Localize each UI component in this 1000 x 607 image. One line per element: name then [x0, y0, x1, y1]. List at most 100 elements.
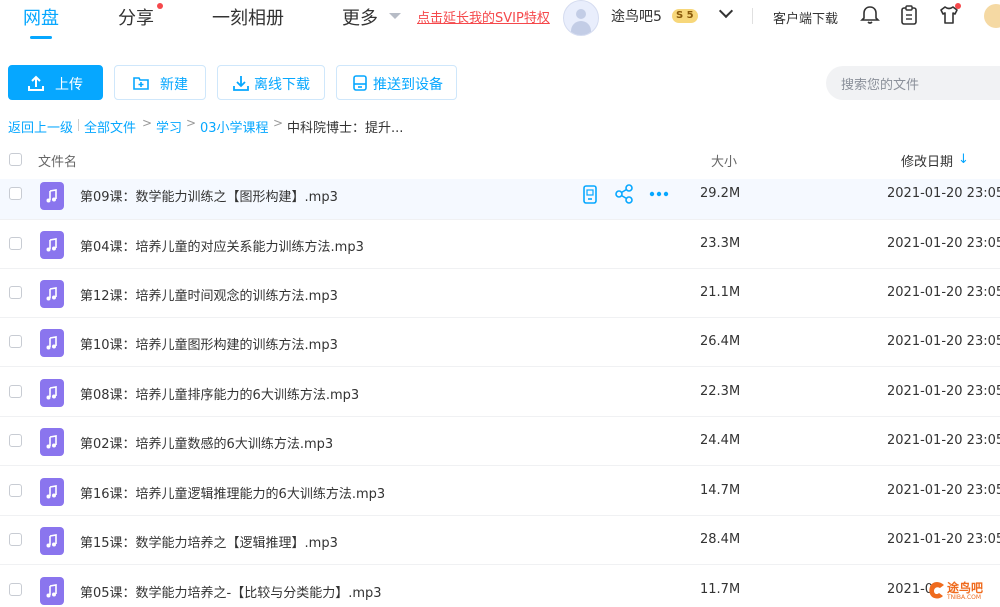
row-checkbox[interactable]: [9, 583, 22, 596]
row-checkbox[interactable]: [9, 237, 22, 250]
watermark-bird-icon: [929, 582, 944, 599]
file-date: 2021-01-20 23:05: [887, 285, 1000, 300]
download-icon: [233, 76, 249, 91]
file-name[interactable]: 第16课：培养儿童逻辑推理能力的6大训练方法.mp3: [80, 483, 385, 502]
push-to-device-button[interactable]: 推送到设备: [336, 65, 457, 100]
push-to-device-label: 推送到设备: [373, 77, 443, 93]
file-date: 2021-01-20 23:05: [887, 236, 1000, 251]
breadcrumb-study[interactable]: 学习: [156, 117, 182, 136]
file-size: 28.4M: [700, 532, 741, 547]
table-row[interactable]: 第16课：培养儿童逻辑推理能力的6大训练方法.mp3 14.7M 2021-01…: [0, 467, 1000, 516]
watermark-subtext: TNIBA.COM: [947, 594, 982, 601]
file-date: 2021-01-20 23:05: [887, 186, 1000, 201]
file-date: 2021-01-20 23:05: [887, 483, 1000, 498]
table-row[interactable]: 第08课：培养儿童排序能力的6大训练方法.mp3 22.3M 2021-01-2…: [0, 368, 1000, 417]
audio-file-icon: [40, 527, 64, 555]
audio-file-icon: [40, 182, 64, 210]
file-size: 29.2M: [700, 186, 741, 201]
row-checkbox[interactable]: [9, 533, 22, 546]
file-name[interactable]: 第15课：数学能力培养之【逻辑推理】.mp3: [80, 532, 338, 551]
file-size: 21.1M: [700, 285, 741, 300]
column-header-date[interactable]: 修改日期: [901, 151, 953, 170]
watermark-logo: 途鸟吧 TNIBA.COM: [927, 577, 999, 605]
upload-label: 上传: [55, 77, 83, 93]
search-input[interactable]: 搜索您的文件: [826, 66, 1000, 100]
row-checkbox[interactable]: [9, 286, 22, 299]
client-download-link[interactable]: 客户端下载: [773, 8, 838, 27]
top-nav-bar: 网盘 分享 一刻相册 更多 点击延长我的SVIP特权 途鸟吧5 S 5 客户端下…: [0, 0, 1000, 44]
offline-download-button[interactable]: 离线下载: [217, 65, 325, 100]
more-caret-icon[interactable]: [389, 13, 401, 19]
file-size: 22.3M: [700, 384, 741, 399]
audio-file-icon: [40, 428, 64, 456]
file-date: 2021-01-20 23:05: [887, 334, 1000, 349]
file-name[interactable]: 第05课：数学能力培养之-【比较与分类能力】.mp3: [80, 582, 382, 601]
device-icon: [353, 75, 367, 91]
row-checkbox[interactable]: [9, 434, 22, 447]
file-size: 11.7M: [700, 582, 741, 597]
audio-file-icon: [40, 478, 64, 506]
audio-file-icon: [40, 280, 64, 308]
phone-icon[interactable]: [579, 183, 601, 205]
row-checkbox[interactable]: [9, 187, 22, 200]
username[interactable]: 途鸟吧5: [611, 6, 662, 26]
table-row[interactable]: 第12课：培养儿童时间观念的训练方法.mp3 21.1M 2021-01-20 …: [0, 269, 1000, 318]
table-row[interactable]: 第15课：数学能力培养之【逻辑推理】.mp3 28.4M 2021-01-20 …: [0, 516, 1000, 565]
table-row[interactable]: 第05课：数学能力培养之-【比较与分类能力】.mp3 11.7M 2021-0: [0, 566, 1000, 607]
file-size: 14.7M: [700, 483, 741, 498]
row-checkbox[interactable]: [9, 385, 22, 398]
new-folder-label: 新建: [160, 77, 188, 93]
svip-renew-link[interactable]: 点击延长我的SVIP特权: [417, 7, 550, 26]
skin-notification-dot: [955, 3, 961, 9]
gold-avatar-icon[interactable]: [984, 4, 1000, 28]
audio-file-icon: [40, 231, 64, 259]
file-date: 2021-01-20 23:05: [887, 384, 1000, 399]
column-header-name[interactable]: 文件名: [38, 151, 77, 170]
avatar[interactable]: [563, 0, 599, 36]
upload-button[interactable]: 上传: [8, 65, 103, 100]
clipboard-icon[interactable]: [898, 4, 920, 26]
upload-icon: [28, 75, 44, 91]
table-row[interactable]: 第09课：数学能力训练之【图形构建】.mp3 29.2M 2021-01-20 …: [0, 179, 1000, 220]
file-name[interactable]: 第08课：培养儿童排序能力的6大训练方法.mp3: [80, 384, 359, 403]
table-row[interactable]: 第04课：培养儿童的对应关系能力训练方法.mp3 23.3M 2021-01-2…: [0, 220, 1000, 269]
table-row[interactable]: 第02课：培养儿童数感的6大训练方法.mp3 24.4M 2021-01-20 …: [0, 417, 1000, 466]
vip-level-badge: S 5: [672, 9, 698, 23]
breadcrumb-back[interactable]: 返回上一级: [8, 117, 73, 136]
select-all-checkbox[interactable]: [9, 153, 22, 166]
file-name[interactable]: 第04课：培养儿童的对应关系能力训练方法.mp3: [80, 236, 364, 255]
file-name[interactable]: 第09课：数学能力训练之【图形构建】.mp3: [80, 186, 338, 205]
nav-album[interactable]: 一刻相册: [212, 4, 284, 30]
row-checkbox[interactable]: [9, 484, 22, 497]
file-size: 24.4M: [700, 433, 741, 448]
new-folder-icon: [133, 77, 149, 90]
column-header-size[interactable]: 大小: [711, 151, 737, 170]
nav-more[interactable]: 更多: [342, 4, 378, 30]
breadcrumb-separator: >: [142, 116, 153, 130]
share-notification-dot: [157, 3, 163, 9]
bell-icon[interactable]: [859, 4, 881, 26]
audio-file-icon: [40, 329, 64, 357]
audio-file-icon: [40, 577, 64, 605]
user-menu-chevron-icon[interactable]: [718, 3, 734, 19]
file-size: 23.3M: [700, 236, 741, 251]
table-row[interactable]: 第10课：培养儿童图形构建的训练方法.mp3 26.4M 2021-01-20 …: [0, 318, 1000, 367]
breadcrumb-divider: [78, 119, 79, 131]
row-checkbox[interactable]: [9, 335, 22, 348]
file-name[interactable]: 第02课：培养儿童数感的6大训练方法.mp3: [80, 433, 333, 452]
search-placeholder: 搜索您的文件: [841, 78, 920, 93]
more-options-icon[interactable]: [648, 183, 670, 205]
breadcrumb-current: 中科院博士：提升...: [287, 121, 404, 136]
breadcrumb-all-files[interactable]: 全部文件: [84, 117, 136, 136]
breadcrumb-primary-courses[interactable]: 03小学课程: [200, 117, 269, 136]
sort-desc-icon[interactable]: ↓: [958, 152, 969, 167]
breadcrumb-separator: >: [186, 116, 197, 130]
share-icon[interactable]: [613, 183, 635, 205]
nav-netdisk[interactable]: 网盘: [23, 4, 59, 30]
file-name[interactable]: 第12课：培养儿童时间观念的训练方法.mp3: [80, 285, 338, 304]
nav-active-indicator: [30, 36, 52, 39]
nav-share[interactable]: 分享: [118, 4, 154, 30]
file-size: 26.4M: [700, 334, 741, 349]
new-folder-button[interactable]: 新建: [114, 65, 206, 100]
file-name[interactable]: 第10课：培养儿童图形构建的训练方法.mp3: [80, 334, 338, 353]
